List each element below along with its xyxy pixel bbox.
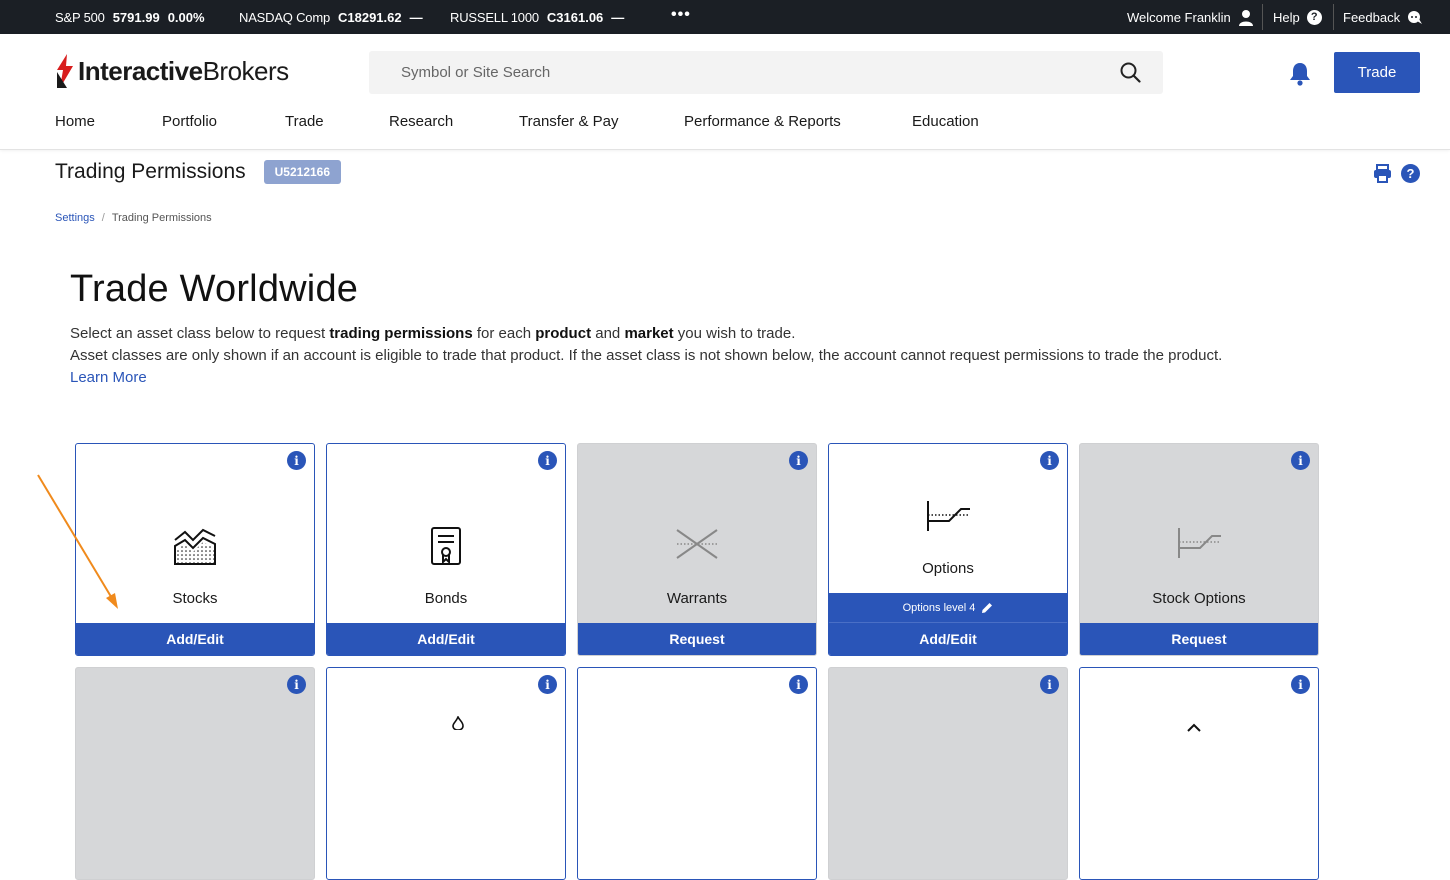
asset-card-row2-5[interactable]: i <box>1079 667 1319 880</box>
info-icon[interactable]: i <box>789 675 808 694</box>
edit-pencil-icon[interactable] <box>981 602 993 614</box>
nav-trade[interactable]: Trade <box>285 113 389 130</box>
request-button[interactable]: Request <box>1080 623 1318 655</box>
add-edit-button[interactable]: Add/Edit <box>829 623 1067 655</box>
page-help-icon[interactable]: ? <box>1401 164 1420 183</box>
help-text: Help <box>1273 9 1300 25</box>
nav-research[interactable]: Research <box>389 113 519 130</box>
asset-card-row2-3[interactable]: i <box>577 667 817 880</box>
ticker-sp500[interactable]: S&P 500 5791.99 0.00% <box>55 0 205 34</box>
help-link[interactable]: Help ? <box>1273 0 1322 34</box>
ticker-price: C3161.06 <box>546 9 604 25</box>
learn-more-link[interactable]: Learn More <box>70 369 147 386</box>
request-button[interactable]: Request <box>578 623 816 655</box>
description-line-1: Select an asset class below to request t… <box>70 325 796 342</box>
card-label: Options <box>922 560 974 577</box>
nav-education[interactable]: Education <box>912 113 979 130</box>
notifications-bell-icon[interactable] <box>1288 61 1312 86</box>
welcome-user-menu[interactable]: Welcome Franklin <box>1127 0 1254 34</box>
more-tickers-button[interactable]: ••• <box>671 6 691 24</box>
search-input[interactable] <box>401 64 1101 81</box>
nav-performance-reports[interactable]: Performance & Reports <box>684 113 912 130</box>
info-icon[interactable]: i <box>538 675 557 694</box>
logo-text-bold: Interactive <box>78 55 203 86</box>
question-icon: ? <box>1306 9 1322 25</box>
divider <box>1262 4 1263 30</box>
info-icon[interactable]: i <box>287 451 306 470</box>
ticker-bar: S&P 500 5791.99 0.00% NASDAQ Comp C18291… <box>0 0 1450 34</box>
welcome-text: Welcome Franklin <box>1127 9 1231 25</box>
asset-card-warrants[interactable]: i Warrants Request <box>577 443 817 656</box>
info-icon[interactable]: i <box>789 451 808 470</box>
options-payoff-icon <box>927 501 970 531</box>
add-edit-button[interactable]: Add/Edit <box>76 623 314 655</box>
page-title: Trading Permissions <box>55 160 246 183</box>
asset-card-stocks[interactable]: i Stocks Add/Edit <box>75 443 315 656</box>
info-icon[interactable]: i <box>1040 451 1059 470</box>
feedback-link[interactable]: Feedback <box>1343 0 1423 34</box>
ticker-change: 0.00% <box>167 9 205 25</box>
ticker-name: NASDAQ Comp <box>239 9 330 25</box>
breadcrumb-current: Trading Permissions <box>111 212 212 224</box>
info-icon[interactable]: i <box>1291 675 1310 694</box>
card-label: Stock Options <box>1152 590 1246 607</box>
info-icon[interactable]: i <box>1040 675 1059 694</box>
card-label: Bonds <box>424 590 468 607</box>
user-icon <box>1238 9 1253 26</box>
asset-card-bonds[interactable]: i Bonds Add/Edit <box>326 443 566 656</box>
bond-certificate-icon <box>431 527 461 565</box>
main-nav: Home Portfolio Trade Research Transfer &… <box>55 113 979 130</box>
site-header: InteractiveBrokers Trade Home Portfolio … <box>0 34 1450 150</box>
ticker-russell[interactable]: RUSSELL 1000 C3161.06 — <box>450 0 624 34</box>
trade-button[interactable]: Trade <box>1334 52 1420 93</box>
hero-description: Select an asset class below to request t… <box>70 323 1222 389</box>
account-badge[interactable]: U5212166 <box>263 160 342 184</box>
info-icon[interactable]: i <box>538 451 557 470</box>
chevron-up-icon <box>1187 723 1201 732</box>
breadcrumb: Settings / Trading Permissions <box>55 212 212 224</box>
breadcrumb-settings[interactable]: Settings <box>55 212 95 224</box>
ticker-price: 5791.99 <box>112 9 160 25</box>
flame-icon <box>452 716 464 730</box>
ticker-name: RUSSELL 1000 <box>450 9 539 25</box>
info-icon[interactable]: i <box>287 675 306 694</box>
description-line-2: Asset classes are only shown if an accou… <box>70 347 1223 364</box>
options-level-row[interactable]: Options level 4 <box>829 593 1067 623</box>
nav-home[interactable]: Home <box>55 113 162 130</box>
ib-flame-logo-icon <box>57 54 73 88</box>
ticker-price: C18291.62 <box>338 9 402 25</box>
stocks-chart-icon <box>174 528 216 565</box>
nav-transfer-pay[interactable]: Transfer & Pay <box>519 113 684 130</box>
ib-logo[interactable]: InteractiveBrokers <box>55 54 289 88</box>
nav-portfolio[interactable]: Portfolio <box>162 113 285 130</box>
page-title-row: Trading Permissions U5212166 <box>55 160 342 184</box>
warrants-cross-icon <box>676 529 718 559</box>
logo-text-regular: Brokers <box>202 55 290 86</box>
add-edit-button[interactable]: Add/Edit <box>327 623 565 655</box>
card-label: Warrants <box>666 590 728 607</box>
divider <box>1333 4 1334 30</box>
print-icon[interactable] <box>1373 164 1392 183</box>
ticker-change: — <box>611 9 625 25</box>
ticker-name: S&P 500 <box>55 9 105 25</box>
card-label: Stocks <box>172 590 218 607</box>
asset-card-options[interactable]: i Options Options level 4 Add/Edit <box>828 443 1068 656</box>
asset-card-row2-4[interactable]: i <box>828 667 1068 880</box>
feedback-text: Feedback <box>1343 9 1401 25</box>
site-search[interactable] <box>369 51 1163 94</box>
info-icon[interactable]: i <box>1291 451 1310 470</box>
asset-card-row2-1[interactable]: i <box>75 667 315 880</box>
feedback-chat-icon <box>1408 10 1423 24</box>
options-level-text: Options level 4 <box>902 601 976 614</box>
asset-card-row2-2[interactable]: i <box>326 667 566 880</box>
hero-heading: Trade Worldwide <box>70 268 359 310</box>
asset-card-stock-options[interactable]: i Stock Options Request <box>1079 443 1319 656</box>
ticker-nasdaq[interactable]: NASDAQ Comp C18291.62 — <box>239 0 423 34</box>
stock-options-payoff-icon <box>1178 528 1221 558</box>
ticker-change: — <box>409 9 423 25</box>
search-icon[interactable] <box>1120 62 1141 83</box>
